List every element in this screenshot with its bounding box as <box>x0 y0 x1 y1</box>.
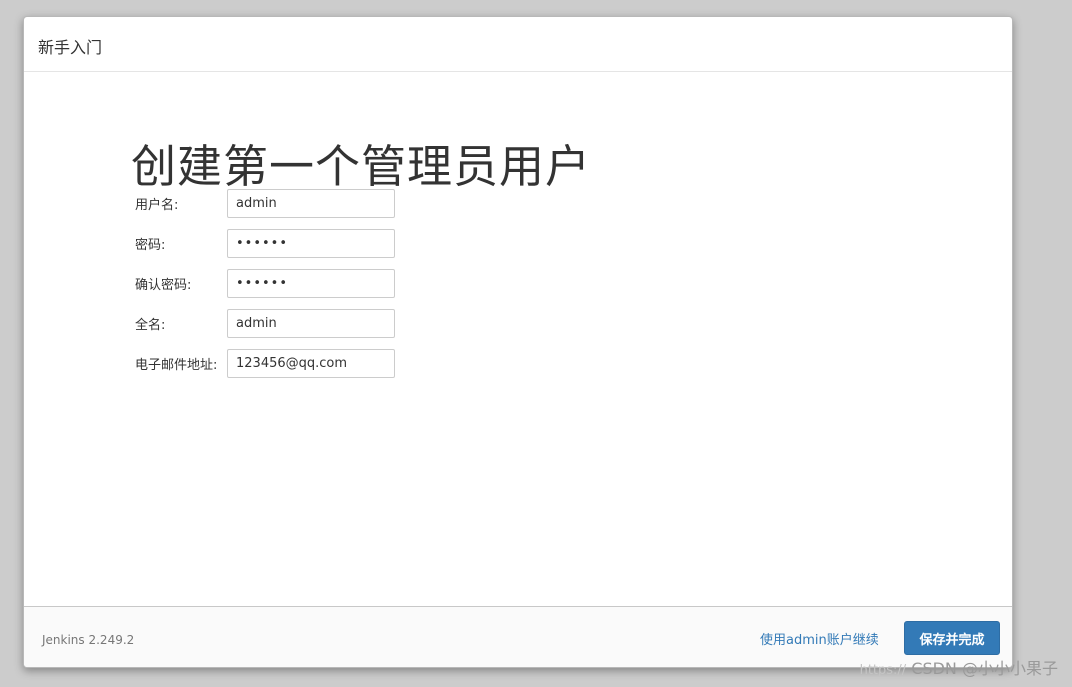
page-heading: 创建第一个管理员用户 <box>131 140 592 193</box>
full-name-input[interactable] <box>227 309 395 338</box>
email-label: 电子邮件地址: <box>135 358 218 373</box>
full-name-label: 全名: <box>135 318 166 333</box>
confirm-password-input[interactable] <box>227 269 395 298</box>
continue-as-admin-link[interactable]: 使用admin账户继续 <box>760 629 879 648</box>
dialog-title: 新手入门 <box>38 38 103 57</box>
username-label: 用户名: <box>135 198 179 213</box>
confirm-password-label: 确认密码: <box>135 278 192 293</box>
password-label: 密码: <box>135 238 166 253</box>
email-input[interactable] <box>227 349 395 378</box>
watermark-text: CSDN @小小小果子 <box>911 659 1058 678</box>
watermark: https:// CSDN @小小小果子 <box>860 655 1058 679</box>
watermark-url: https:// <box>859 663 907 678</box>
version-label: Jenkins 2.249.2 <box>42 633 135 647</box>
password-input[interactable] <box>227 229 395 258</box>
dialog-body: 创建第一个管理员用户 用户名: 密码: 确认密码: 全名: 电子邮件地址: <box>24 72 1012 606</box>
save-and-finish-button[interactable]: 保存并完成 <box>904 621 1000 655</box>
dialog-header: 新手入门 <box>24 17 1012 72</box>
setup-wizard-dialog: 新手入门 创建第一个管理员用户 用户名: 密码: 确认密码: 全名: 电子邮件地… <box>23 16 1013 668</box>
username-input[interactable] <box>227 189 395 218</box>
